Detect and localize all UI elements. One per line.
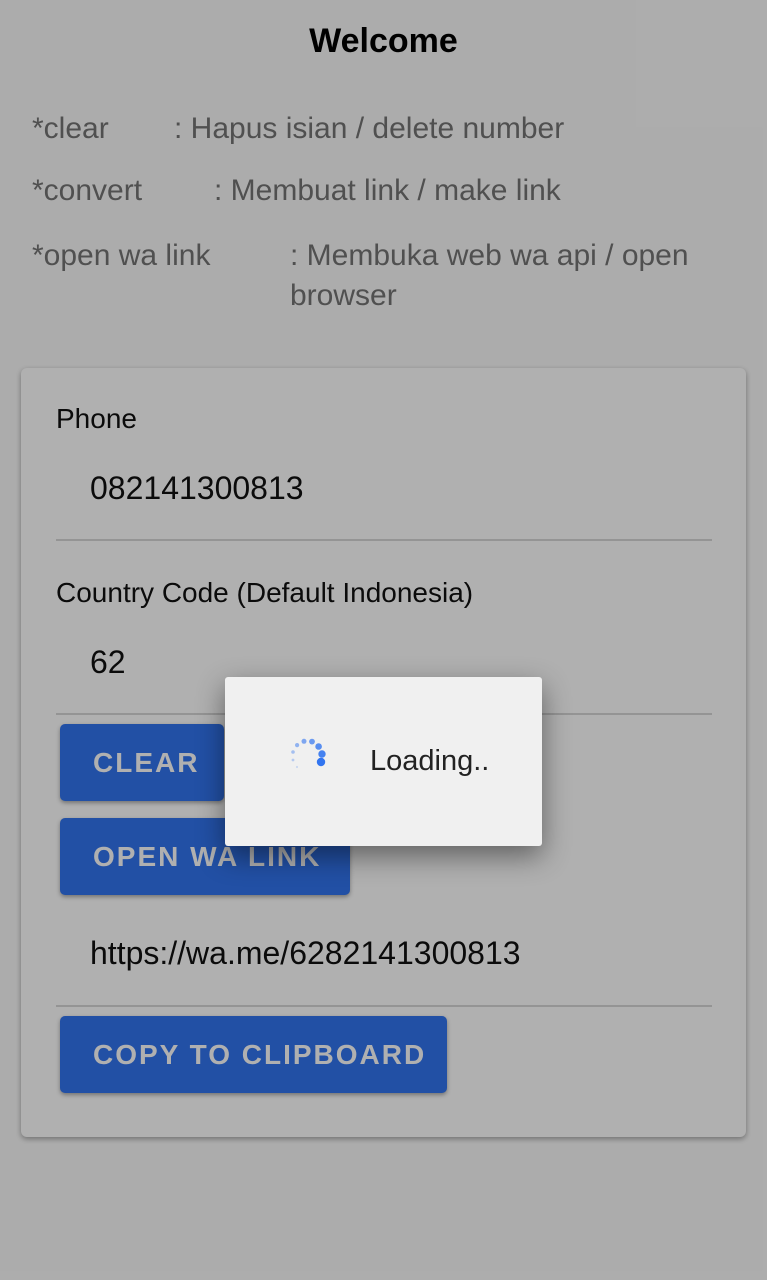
spinner-icon xyxy=(291,738,326,769)
loading-text: Loading.. xyxy=(370,745,490,777)
modal-scrim xyxy=(0,0,767,1280)
loading-dialog: Loading.. xyxy=(225,677,542,846)
